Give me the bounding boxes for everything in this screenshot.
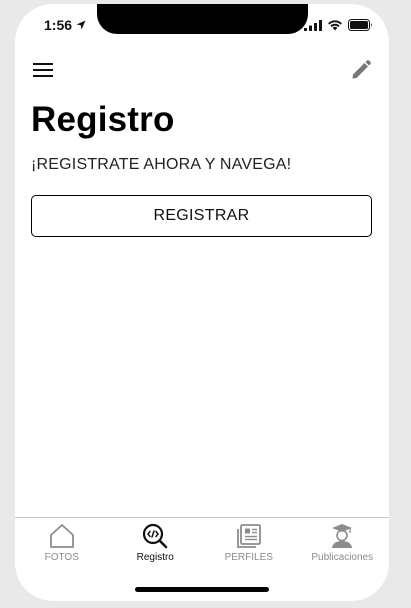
tab-bar: FOTOS Registro PERFILES Publicaciones <box>15 517 389 568</box>
register-button[interactable]: REGISTRAR <box>31 195 372 237</box>
location-arrow-icon <box>76 20 86 30</box>
page-subtitle: ¡REGISTRATE AHORA Y NAVEGA! <box>31 156 292 173</box>
status-time: 1:56 <box>44 17 86 33</box>
tab-registro-label: Registro <box>136 552 174 563</box>
home-indicator <box>135 587 269 592</box>
page-title: Registro <box>31 100 175 139</box>
status-time-text: 1:56 <box>44 17 73 33</box>
tab-perfiles-label: PERFILES <box>224 552 273 563</box>
graduate-avatar-icon <box>332 524 353 548</box>
tab-publicaciones[interactable]: Publicaciones <box>296 518 390 568</box>
cellular-signal-icon <box>304 19 322 31</box>
tab-publicaciones-label: Publicaciones <box>311 552 374 563</box>
tab-fotos-label: FOTOS <box>44 552 79 563</box>
phone-screen: 1:56 Registro ¡REGISTRATE AHORA Y NAVEGA… <box>15 4 389 601</box>
code-search-icon <box>143 523 168 549</box>
wifi-icon <box>328 20 342 31</box>
edit-button[interactable] <box>350 59 372 81</box>
hamburger-menu-icon <box>33 63 53 77</box>
home-icon <box>49 524 74 548</box>
notch <box>97 4 308 34</box>
tab-perfiles[interactable]: PERFILES <box>202 518 296 568</box>
menu-button[interactable] <box>33 62 53 78</box>
tab-registro[interactable]: Registro <box>109 518 203 568</box>
status-icons <box>304 19 373 31</box>
battery-icon <box>348 19 372 31</box>
profiles-book-icon <box>236 524 261 548</box>
tab-fotos[interactable]: FOTOS <box>15 518 109 568</box>
pencil-icon <box>352 60 371 79</box>
